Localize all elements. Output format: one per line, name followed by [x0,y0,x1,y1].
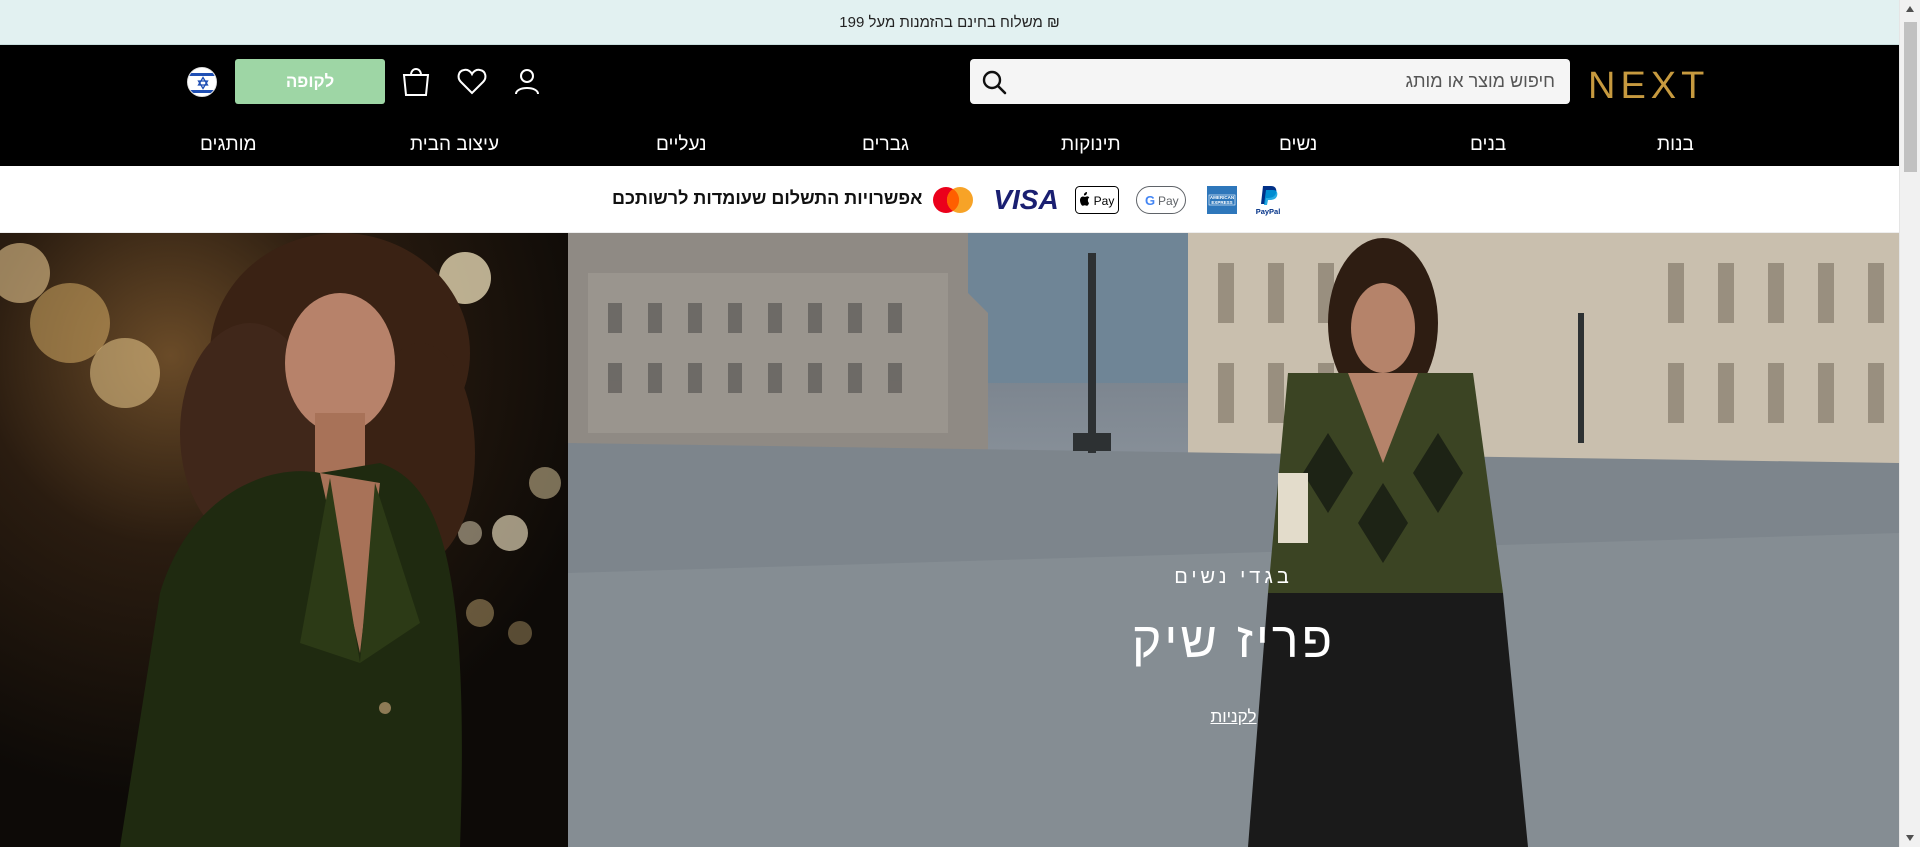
hero-title: פריז שיק [1131,612,1336,668]
scroll-down-icon[interactable] [1906,835,1914,841]
checkout-button[interactable]: לקופה [235,59,385,104]
hero-banner-paris-chic[interactable]: בגדי נשים פריז שיק לקניות [568,233,1899,847]
mastercard-logo [930,186,976,214]
search-bar [970,59,1570,104]
nav-item-women[interactable]: נשים [1279,130,1317,160]
apple-pay-logo: Pay [1075,186,1119,214]
payment-options-text: אפשרויות התשלום שעומדות לרשותכם [612,188,923,208]
nav-item-girls[interactable]: בנות [1657,130,1694,160]
bag-icon[interactable] [398,63,434,99]
wishlist-icon[interactable] [454,63,490,99]
google-pay-logo: G Pay [1136,186,1186,214]
nav-item-baby[interactable]: תינוקות [1061,130,1121,160]
israel-flag-icon[interactable] [187,67,217,97]
nav-item-boys[interactable]: בנים [1470,130,1506,160]
american-express-logo: AMERICAN EXPRESS [1207,186,1237,214]
shop-now-link[interactable]: לקניות [1210,707,1256,726]
hero-image-velvet-blazer[interactable] [0,233,568,847]
svg-text:Pay: Pay [1094,194,1115,208]
nav-item-men[interactable]: גברים [862,130,909,160]
site-header: NEXT לקופה [0,45,1899,166]
svg-text:PayPal: PayPal [1256,207,1281,216]
hero-subtitle: בגדי נשים [1174,566,1293,588]
scroll-up-icon[interactable] [1906,6,1914,12]
search-icon[interactable] [970,59,1018,104]
payment-options-strip: אפשרויות התשלום שעומדות לרשותכם VISA Pay… [0,166,1899,233]
nav-item-brands[interactable]: מותגים [200,130,257,160]
scrollbar-thumb[interactable] [1904,22,1917,172]
svg-text:VISA: VISA [993,184,1058,214]
next-logo[interactable]: NEXT [1588,66,1709,106]
promo-text: משלוח בחינם בהזמנות מעל 199 ₪ [839,13,1060,31]
search-input[interactable] [1018,59,1555,104]
svg-text:Pay: Pay [1158,194,1179,208]
nav-item-home[interactable]: עיצוב הבית [410,130,499,160]
page-scrollbar[interactable] [1899,0,1920,847]
promo-banner[interactable]: משלוח בחינם בהזמנות מעל 199 ₪ [0,0,1899,45]
main-navigation: בנות בנים נשים תינוקות גברים נעליים עיצו… [0,130,1899,166]
account-icon[interactable] [509,63,545,99]
svg-text:EXPRESS: EXPRESS [1211,200,1232,205]
nav-item-shoes[interactable]: נעליים [656,130,707,160]
paypal-logo: PayPal [1251,184,1285,216]
svg-text:G: G [1145,193,1155,208]
visa-logo: VISA [992,184,1060,215]
hero-cta: לקניות [568,707,1899,727]
